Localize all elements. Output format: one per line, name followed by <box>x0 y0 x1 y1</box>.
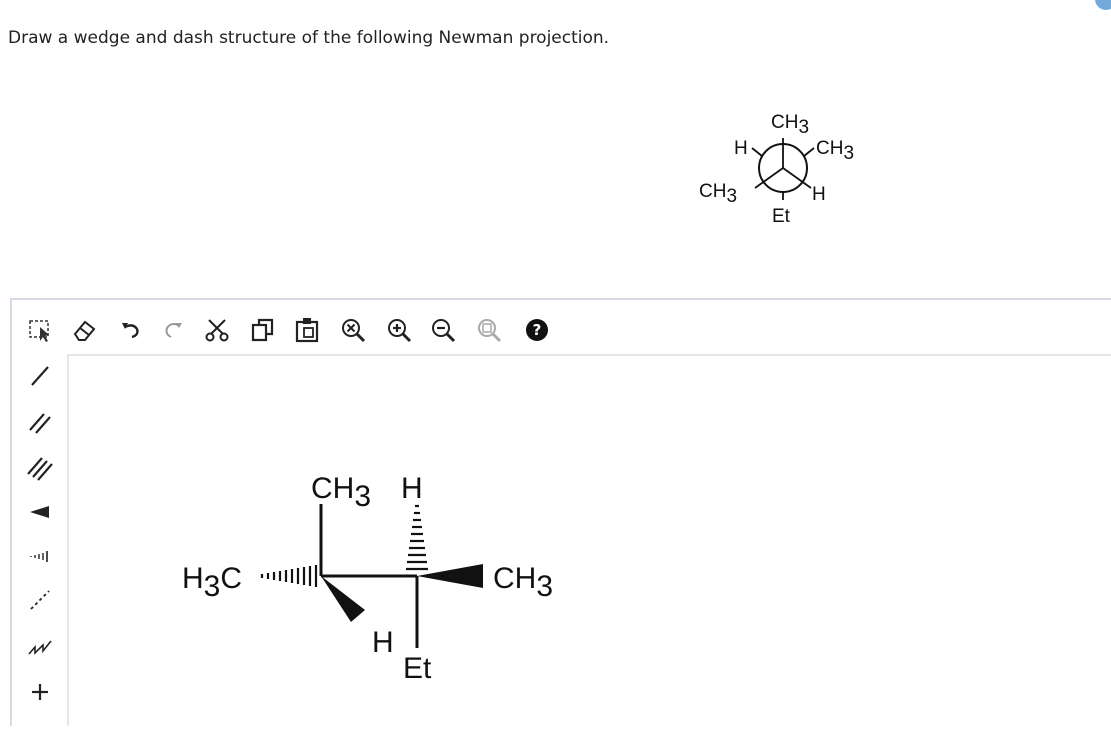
newman-back-bottom-right-label: H <box>812 184 826 205</box>
right-ch3-label: CH3 <box>493 562 553 603</box>
right-top-h-label: H <box>401 472 423 505</box>
plus-icon[interactable] <box>24 674 56 710</box>
right-bottom-et-label: Et <box>403 652 432 685</box>
newman-front-top-label: CH3 <box>771 112 809 138</box>
corner-indicator <box>1095 0 1111 10</box>
double-bond-icon[interactable] <box>24 405 56 441</box>
zoom-fit-icon[interactable] <box>474 315 504 345</box>
single-bond-icon[interactable] <box>24 358 56 394</box>
zoom-in-icon[interactable] <box>384 315 414 345</box>
help-icon[interactable]: ? <box>522 315 552 345</box>
scissors-icon[interactable] <box>202 315 232 345</box>
paste-icon[interactable] <box>292 315 322 345</box>
newman-back-top-left-label: H <box>734 138 748 159</box>
bond-tools-sidebar <box>12 354 69 726</box>
left-h3c-label: H3C <box>182 562 242 603</box>
zoom-out-icon[interactable] <box>428 315 458 345</box>
left-down-h-label: H <box>372 626 394 659</box>
triple-bond-icon[interactable] <box>24 450 56 486</box>
redo-icon[interactable] <box>158 315 188 345</box>
undo-icon[interactable] <box>116 315 146 345</box>
newman-front-bottom-label: Et <box>772 206 791 227</box>
newman-front-left-label: CH3 <box>699 181 737 207</box>
wedge-bond-icon[interactable] <box>24 494 56 530</box>
zoom-reset-icon[interactable] <box>338 315 368 345</box>
svg-text:?: ? <box>533 321 542 339</box>
lasso-select-icon[interactable] <box>26 315 56 345</box>
editor-toolbar: ? <box>12 300 1111 356</box>
left-wedge-bond <box>321 576 365 622</box>
drawing-canvas[interactable]: CH3 H H3C CH3 H Et <box>69 356 1111 726</box>
left-hash-bond <box>260 565 318 587</box>
newman-back-top-right-label: CH3 <box>816 138 854 164</box>
question-text: Draw a wedge and dash structure of the f… <box>8 28 610 48</box>
newman-projection: CH3 H CH3 CH3 H Et <box>690 104 890 234</box>
eraser-icon[interactable] <box>70 315 100 345</box>
copy-icon[interactable] <box>248 315 278 345</box>
chain-icon[interactable] <box>24 628 56 664</box>
hash-bond-icon[interactable] <box>24 538 56 574</box>
dash-bond-icon[interactable] <box>24 582 56 618</box>
right-hash-bond <box>406 504 428 571</box>
right-wedge-bond <box>417 564 483 588</box>
